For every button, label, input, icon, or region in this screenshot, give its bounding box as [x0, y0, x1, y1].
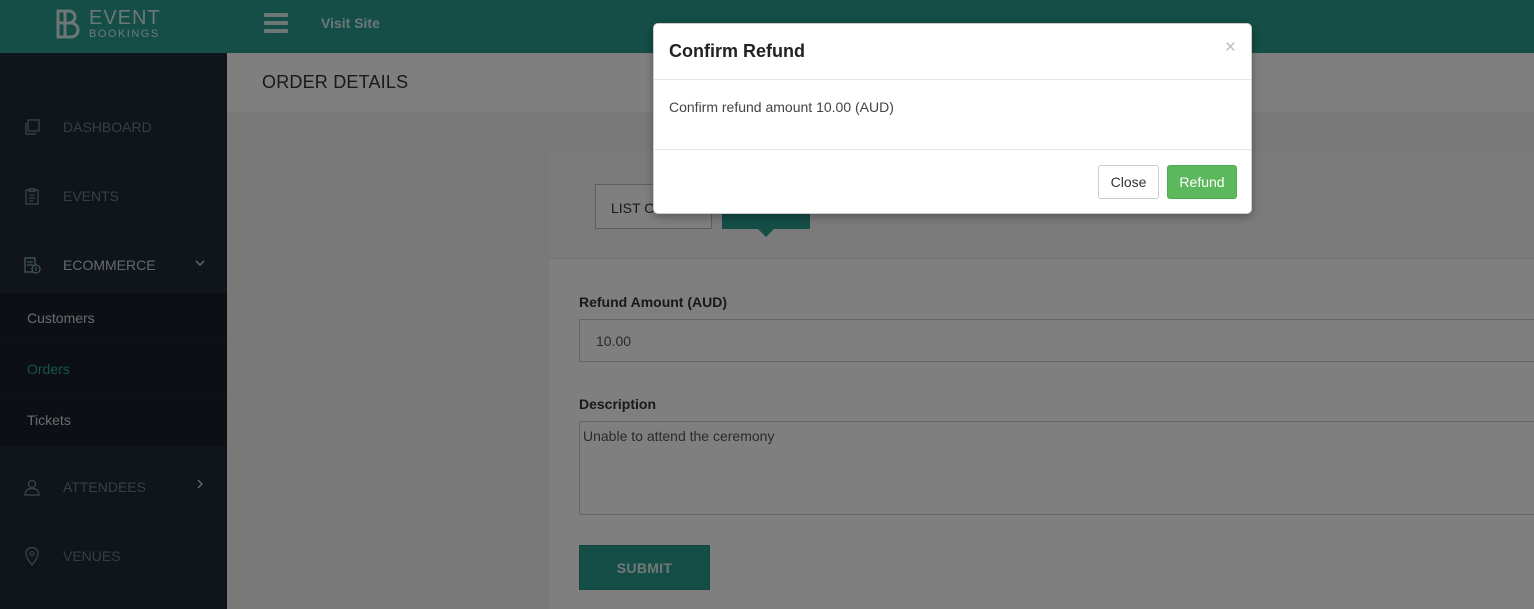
close-button[interactable]: Close	[1098, 165, 1159, 199]
modal-header: Confirm Refund ×	[654, 24, 1251, 80]
modal-title: Confirm Refund	[669, 41, 805, 61]
modal-body-text: Confirm refund amount 10.00 (AUD)	[669, 99, 894, 115]
modal-footer: Close Refund	[654, 149, 1251, 214]
confirm-refund-modal: Confirm Refund × Confirm refund amount 1…	[653, 23, 1252, 214]
close-icon[interactable]: ×	[1225, 38, 1236, 57]
refund-button[interactable]: Refund	[1167, 165, 1237, 199]
